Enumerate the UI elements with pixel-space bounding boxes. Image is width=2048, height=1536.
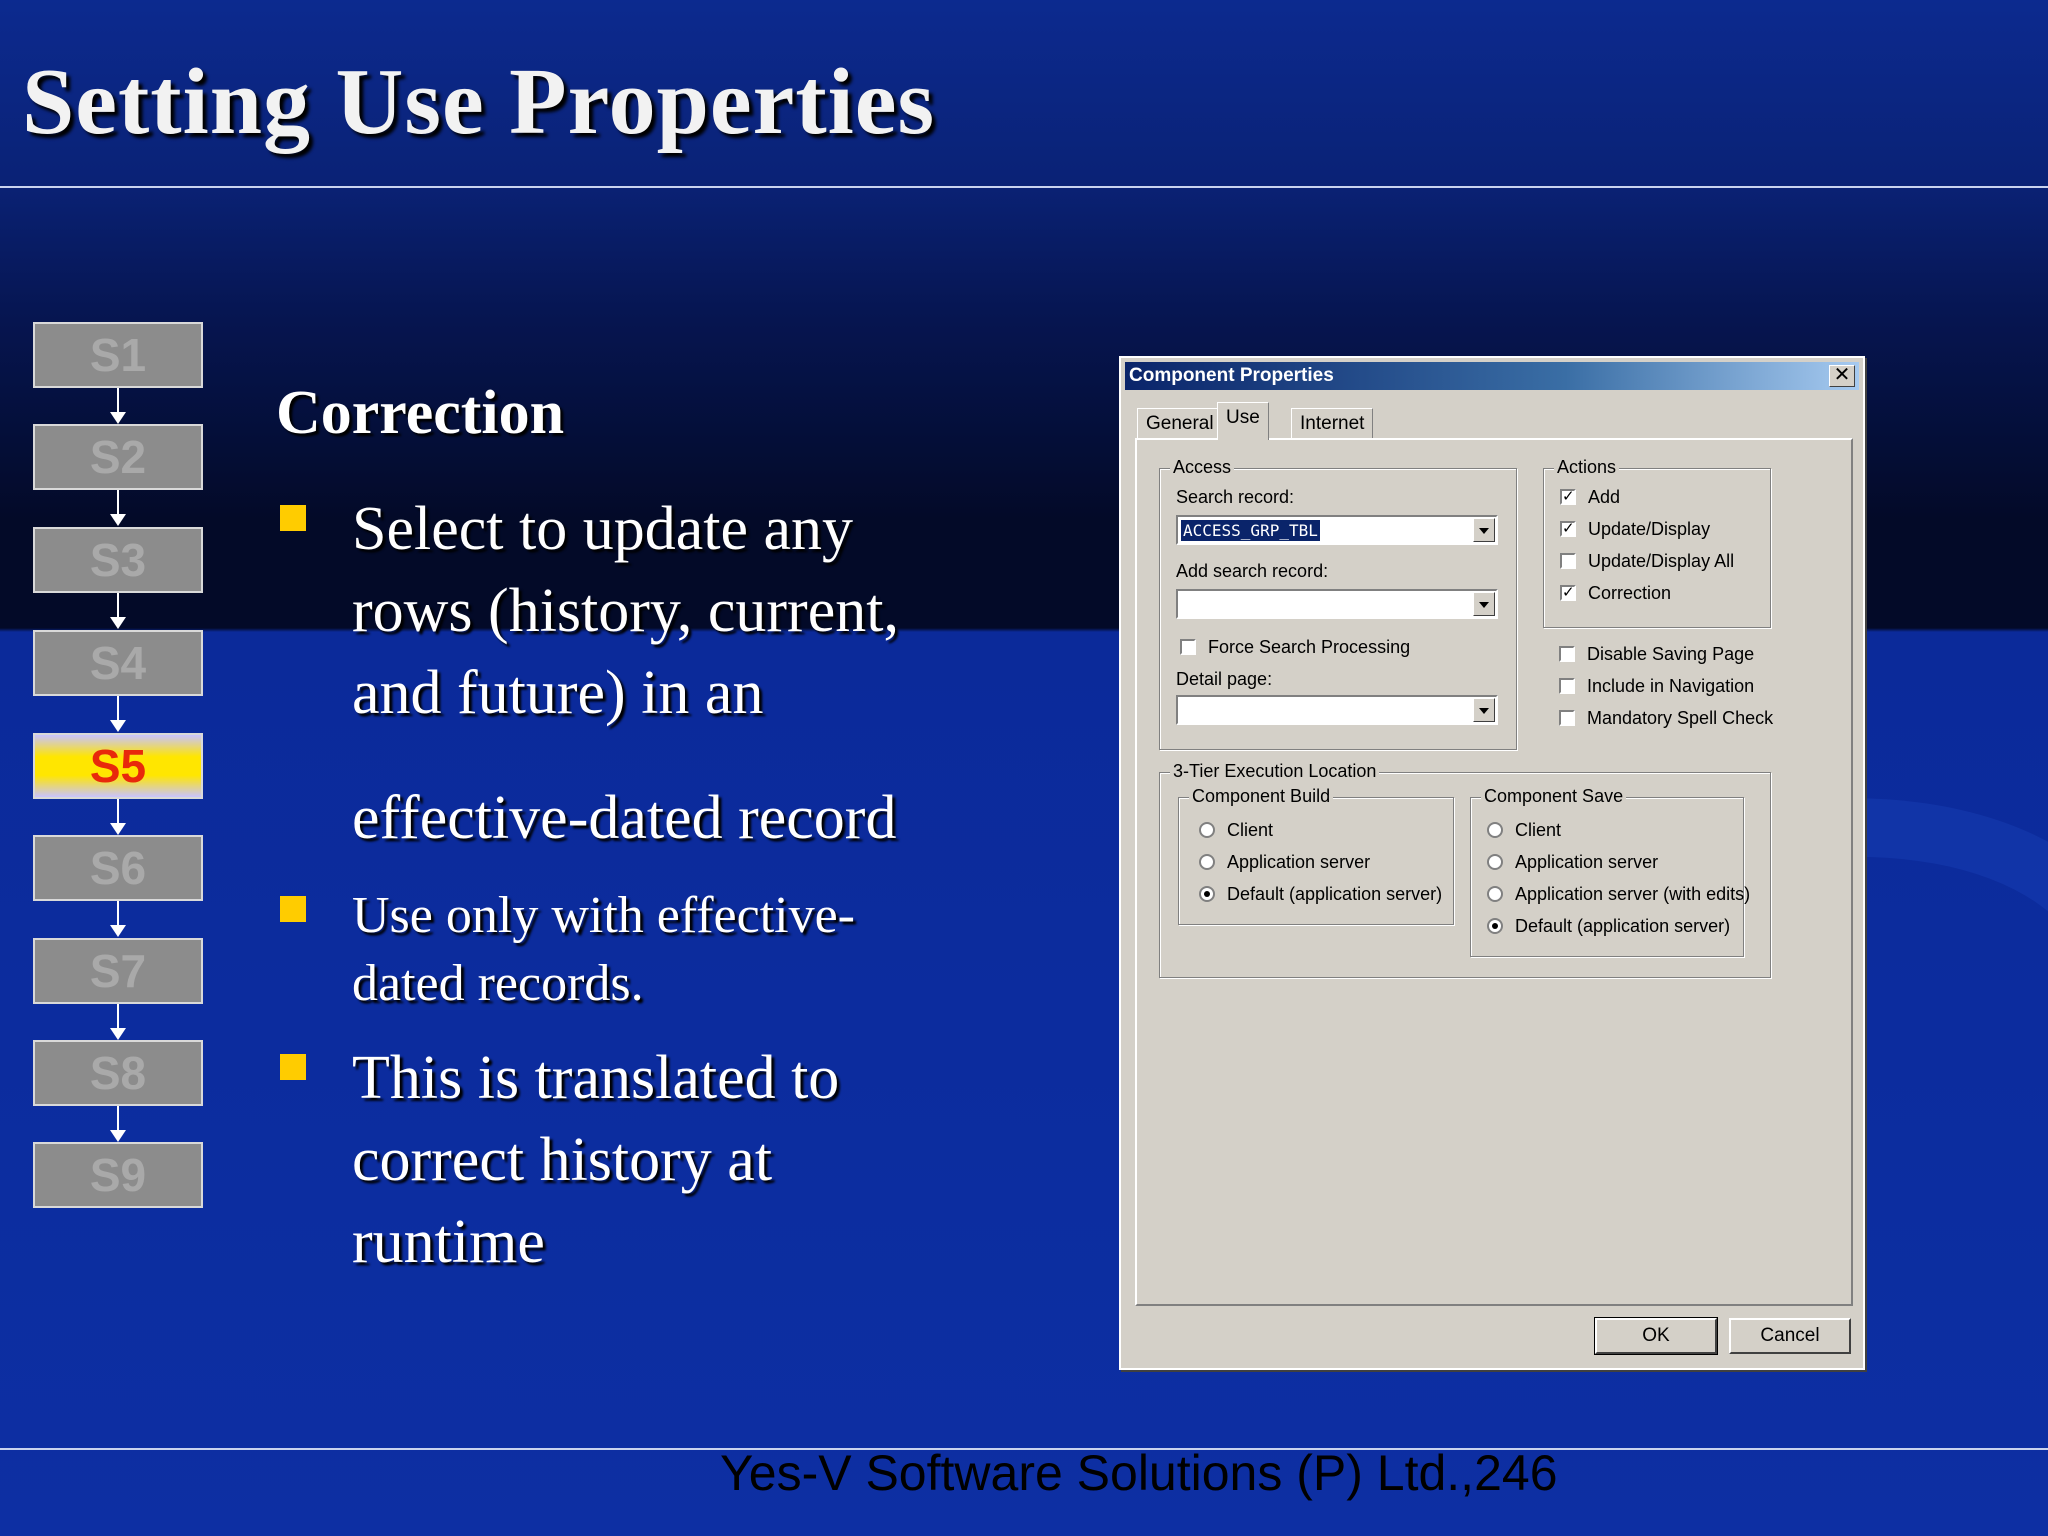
tab-use[interactable]: Use xyxy=(1217,402,1269,440)
step-s6[interactable]: S6 xyxy=(33,835,203,901)
search-record-label: Search record: xyxy=(1176,487,1295,507)
execution-location-group: 3-Tier Execution Location Component Buil… xyxy=(1159,761,1771,978)
step-arrow xyxy=(110,799,126,835)
component-save-label: Component Save xyxy=(1481,786,1627,807)
chevron-down-icon[interactable] xyxy=(1473,592,1495,616)
access-group: Access Search record: ACCESS_GRP_TBL Add… xyxy=(1159,457,1517,750)
step-arrow xyxy=(110,901,126,937)
detail-page-label: Detail page: xyxy=(1176,669,1273,689)
search-record-value: ACCESS_GRP_TBL xyxy=(1181,520,1320,541)
bullet-text-3: This is translated to correct history at… xyxy=(352,1044,840,1276)
component-save-group: Component Save Client Application server… xyxy=(1470,786,1750,957)
bullet-text-1: Select to update any rows (history, curr… xyxy=(352,495,899,727)
step-s3[interactable]: S3 xyxy=(33,527,203,593)
build-client-label: Client xyxy=(1227,820,1274,840)
slide-title: Setting Use Properties xyxy=(22,50,936,154)
step-arrow xyxy=(110,490,126,526)
correction-label: Correction xyxy=(1588,583,1672,603)
update-display-all-label: Update/Display All xyxy=(1588,551,1735,571)
save-app-server-radio[interactable] xyxy=(1487,854,1503,870)
step-s8[interactable]: S8 xyxy=(33,1040,203,1106)
chevron-down-icon[interactable] xyxy=(1473,698,1495,722)
ok-button[interactable]: OK xyxy=(1594,1317,1718,1355)
step-s1[interactable]: S1 xyxy=(33,322,203,388)
build-app-server-radio[interactable] xyxy=(1199,854,1215,870)
add-checkbox[interactable]: ✓ xyxy=(1560,489,1576,505)
step-s9[interactable]: S9 xyxy=(33,1142,203,1208)
bullet-icon xyxy=(280,896,306,922)
actions-group: Actions ✓ Add ✓ Update/Display Update/Di… xyxy=(1543,457,1771,628)
use-tab-panel: Access Search record: ACCESS_GRP_TBL Add… xyxy=(1135,438,1853,1306)
step-s7[interactable]: S7 xyxy=(33,938,203,1004)
step-arrow xyxy=(110,1106,126,1142)
include-in-navigation-label: Include in Navigation xyxy=(1587,676,1755,696)
search-record-dropdown[interactable]: ACCESS_GRP_TBL xyxy=(1176,515,1498,545)
footer-text: Yes-V Software Solutions (P) Ltd.,246 xyxy=(720,1445,1558,1501)
cancel-button[interactable]: Cancel xyxy=(1729,1318,1851,1354)
save-app-server-label: Application server xyxy=(1515,852,1659,872)
step-arrow xyxy=(110,593,126,629)
save-default-label: Default (application server) xyxy=(1515,916,1731,936)
build-client-radio[interactable] xyxy=(1199,822,1215,838)
step-arrow xyxy=(110,696,126,732)
step-s5-active[interactable]: S5 xyxy=(33,733,203,799)
bullet-text-1-continued: effective-dated record xyxy=(352,784,897,852)
close-icon[interactable]: ✕ xyxy=(1829,365,1855,387)
dialog-title: Component Properties xyxy=(1129,365,1334,386)
dialog-titlebar[interactable]: Component Properties ✕ xyxy=(1125,362,1859,390)
update-display-all-checkbox[interactable] xyxy=(1560,553,1576,569)
access-group-label: Access xyxy=(1170,457,1235,478)
update-display-label: Update/Display xyxy=(1588,519,1711,539)
force-search-label: Force Search Processing xyxy=(1208,637,1411,657)
bullet-text-2: Use only with effective- dated records. xyxy=(352,887,855,1012)
step-s2[interactable]: S2 xyxy=(33,424,203,490)
bullet-icon xyxy=(280,505,306,531)
correction-checkbox[interactable]: ✓ xyxy=(1560,585,1576,601)
add-search-record-dropdown[interactable] xyxy=(1176,589,1498,619)
bullet-icon xyxy=(280,1054,306,1080)
tab-internet[interactable]: Internet xyxy=(1291,408,1374,438)
add-label: Add xyxy=(1588,487,1621,507)
title-divider xyxy=(0,186,2048,188)
step-arrow xyxy=(110,388,126,424)
build-default-label: Default (application server) xyxy=(1227,884,1443,904)
step-arrow xyxy=(110,1004,126,1040)
section-heading: Correction xyxy=(276,379,565,447)
force-search-checkbox[interactable] xyxy=(1180,639,1196,655)
save-client-label: Client xyxy=(1515,820,1562,840)
chevron-down-icon[interactable] xyxy=(1473,518,1495,542)
save-default-radio[interactable] xyxy=(1487,918,1503,934)
component-properties-dialog: Component Properties ✕ General Use Inter… xyxy=(1119,356,1865,1370)
build-app-server-label: Application server xyxy=(1227,852,1371,872)
execution-location-label: 3-Tier Execution Location xyxy=(1170,761,1380,782)
actions-group-label: Actions xyxy=(1554,457,1620,478)
mandatory-spell-check-label: Mandatory Spell Check xyxy=(1587,708,1774,728)
include-in-navigation-checkbox[interactable] xyxy=(1559,678,1575,694)
save-app-server-edits-label: Application server (with edits) xyxy=(1515,884,1751,904)
step-s4[interactable]: S4 xyxy=(33,630,203,696)
detail-page-dropdown[interactable] xyxy=(1176,695,1498,725)
disable-saving-page-label: Disable Saving Page xyxy=(1587,644,1755,664)
detail-page-value xyxy=(1181,700,1185,702)
tab-general[interactable]: General xyxy=(1137,408,1223,438)
component-build-label: Component Build xyxy=(1189,786,1334,807)
add-search-record-value xyxy=(1181,594,1185,596)
disable-saving-page-checkbox[interactable] xyxy=(1559,646,1575,662)
mandatory-spell-check-checkbox[interactable] xyxy=(1559,710,1575,726)
add-search-record-label: Add search record: xyxy=(1176,561,1329,581)
component-build-group: Component Build Client Application serve… xyxy=(1178,786,1454,925)
update-display-checkbox[interactable]: ✓ xyxy=(1560,521,1576,537)
save-app-server-edits-radio[interactable] xyxy=(1487,886,1503,902)
save-client-radio[interactable] xyxy=(1487,822,1503,838)
build-default-radio[interactable] xyxy=(1199,886,1215,902)
